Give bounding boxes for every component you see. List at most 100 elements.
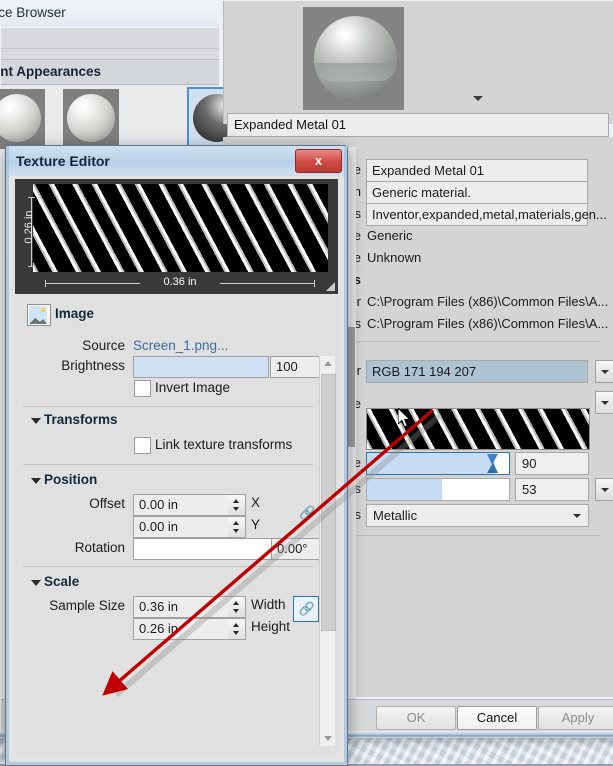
browser-secondary-toolbar[interactable] [1, 49, 219, 60]
stepper-down-icon[interactable] [233, 507, 239, 511]
chevron-up-icon [324, 361, 332, 366]
browser-toolbar[interactable] [1, 28, 219, 49]
ok-button[interactable]: OK [376, 706, 456, 730]
position-section-heading: Position [44, 472, 98, 487]
stepper-up-icon[interactable] [233, 521, 239, 525]
texture-editor-title-bar[interactable]: Texture Editor x [6, 146, 347, 176]
image-dropdown-button[interactable] [595, 391, 613, 414]
offset-x-stepper[interactable] [228, 494, 246, 516]
close-button[interactable]: x [295, 149, 342, 173]
texture-editor-scroll-area: Image Source Screen_1.png... Brightness … [15, 296, 321, 756]
scroll-down-button[interactable] [320, 731, 335, 746]
brightness-value-box[interactable]: 100 [270, 356, 321, 378]
ruler-cap [45, 280, 46, 287]
offset-x-axis-label: X [251, 495, 261, 510]
source-file-link[interactable]: Screen_1.png... [133, 338, 228, 353]
link-scale-icon[interactable]: 🔗 [293, 596, 319, 622]
stepper-up-icon[interactable] [233, 623, 239, 627]
brightness-slider[interactable] [133, 356, 269, 378]
sample-height-value: 0.26 in [139, 621, 179, 636]
offset-label: Offset [89, 496, 125, 511]
offset-y-value: 0.00 in [139, 519, 179, 534]
appearance-thumb-2[interactable] [63, 89, 119, 149]
panel-divider [351, 535, 601, 536]
description-input[interactable]: Generic material. [366, 181, 588, 204]
sample-height-axis-label: Height [251, 619, 291, 634]
chain-glyph: 🔗 [299, 505, 315, 520]
invert-image-label: Invert Image [155, 380, 231, 395]
sample-width-input[interactable]: 0.36 in [133, 596, 229, 618]
apply-button[interactable]: Apply [538, 706, 613, 730]
glossiness-slider-fill [367, 479, 443, 500]
section-divider [23, 464, 313, 465]
chevron-down-icon [324, 736, 332, 741]
cancel-button[interactable]: Cancel [457, 706, 537, 730]
offset-x-value: 0.00 in [139, 497, 179, 512]
scale-value: 90 [522, 456, 537, 471]
material-name-field[interactable]: Expanded Metal 01 [227, 113, 609, 137]
stepper-down-icon[interactable] [233, 529, 239, 533]
appearance-thumb-1[interactable] [0, 89, 45, 149]
offset-x-input[interactable]: 0.00 in [133, 494, 229, 516]
scale-value-box[interactable]: 90 [515, 452, 589, 475]
name-input[interactable]: Expanded Metal 01 [366, 159, 588, 182]
sphere-band [314, 63, 397, 81]
color-dropdown-button[interactable] [595, 360, 613, 383]
chevron-down-icon [601, 488, 609, 492]
stepper-up-icon[interactable] [233, 499, 239, 503]
invert-image-checkbox[interactable] [134, 380, 151, 397]
color-value: RGB 171 194 207 [372, 364, 477, 379]
glossiness-slider[interactable] [366, 478, 510, 501]
highlights-value: Metallic [373, 508, 418, 523]
stepper-down-icon[interactable] [233, 609, 239, 613]
close-icon: x [314, 153, 323, 168]
preview-resize-grip-icon[interactable] [326, 282, 335, 291]
rotation-value-box[interactable]: 0.00° [271, 538, 321, 560]
sample-width-stepper[interactable] [228, 596, 246, 618]
sample-height-stepper[interactable] [228, 618, 246, 640]
stepper-down-icon[interactable] [233, 631, 239, 635]
transforms-section-heading: Transforms [44, 412, 118, 427]
rotation-label: Rotation [74, 540, 125, 555]
panel-divider [351, 341, 601, 342]
browser-title-bar: ...ce Browser [0, 1, 219, 27]
appearance-thumbnail-row [0, 85, 247, 151]
section-divider [23, 566, 313, 567]
texture-preview-area: 0.26 in 0.36 in [15, 179, 338, 294]
texture-preview-image[interactable] [33, 184, 328, 272]
brightness-label: Brightness [61, 358, 125, 373]
sample-size-label: Sample Size [49, 598, 125, 613]
texture-editor-scrollbar-thumb[interactable] [321, 374, 336, 631]
transforms-disclosure-icon[interactable] [31, 418, 41, 424]
stepper-up-icon[interactable] [233, 601, 239, 605]
texture-editor-title: Texture Editor [16, 153, 110, 169]
link-transforms-label: Link texture transforms [155, 437, 293, 452]
link-transforms-checkbox[interactable] [134, 437, 151, 454]
date-value: Unknown [367, 250, 422, 265]
scale-slider[interactable] [366, 452, 510, 475]
chain-glyph: 🔗 [298, 601, 315, 616]
material-preview-sphere[interactable] [303, 7, 404, 110]
sphere-icon [67, 94, 115, 142]
ruler-cap [28, 266, 35, 267]
rotation-slider[interactable] [133, 538, 272, 560]
sphere-icon [314, 16, 397, 101]
scale-disclosure-icon[interactable] [31, 580, 41, 586]
offset-y-stepper[interactable] [228, 516, 246, 538]
texture-editor-scrollbar[interactable] [319, 356, 336, 746]
glossiness-value-box[interactable]: 53 [515, 478, 589, 501]
keywords-input[interactable]: Inventor,expanded,metal,materials,gen... [366, 203, 607, 226]
texture-editor-body: Image Source Screen_1.png... Brightness … [15, 296, 338, 756]
highlights-select[interactable]: Metallic [366, 504, 589, 527]
sample-height-input[interactable]: 0.26 in [133, 618, 229, 640]
chevron-down-icon [601, 401, 609, 405]
glossiness-dropdown-button[interactable] [595, 478, 613, 501]
color-swatch-field[interactable]: RGB 171 194 207 [366, 360, 588, 383]
contents-path-value: C:\Program Files (x86)\Common Files\A... [367, 316, 609, 331]
position-disclosure-icon[interactable] [31, 478, 41, 484]
brightness-value: 100 [276, 359, 298, 374]
offset-y-input[interactable]: 0.00 in [133, 516, 229, 538]
preview-options-caret-icon[interactable] [473, 96, 483, 101]
type-value: Generic [367, 228, 413, 243]
scroll-up-button[interactable] [320, 356, 335, 371]
